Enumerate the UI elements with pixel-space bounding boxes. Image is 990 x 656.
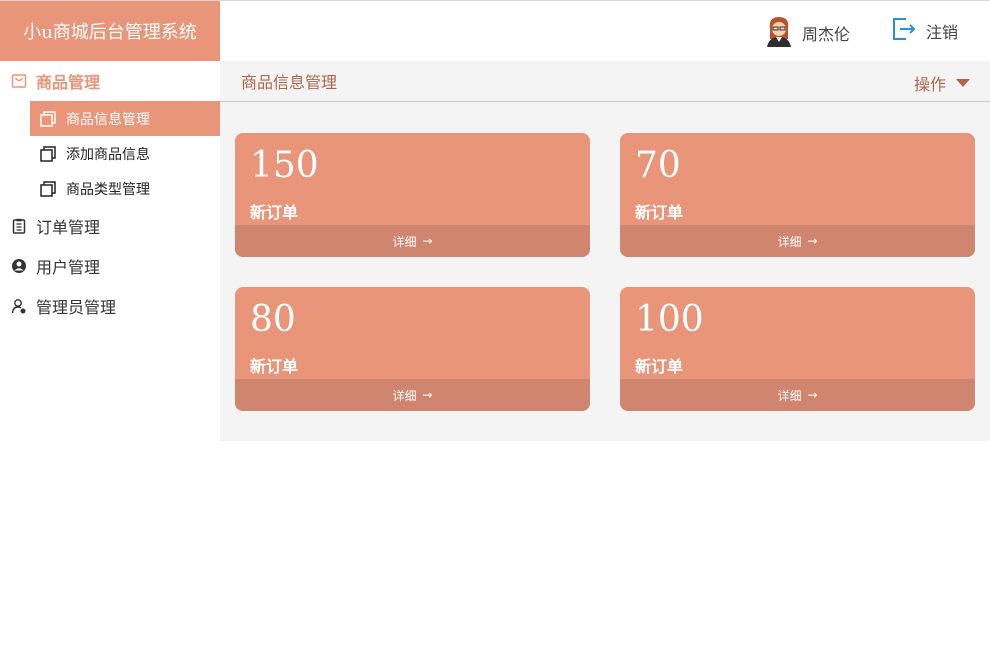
main-content: 商品信息管理 操作 150 新订单 详细 → 70 新订单 详细 → 80 新订… [220,61,990,441]
stat-label: 新订单 [635,357,684,376]
stat-value: 70 [635,145,681,186]
sidebar-group-admins[interactable]: 管理员管理 [0,286,220,326]
detail-label: 详细 [392,234,417,249]
sidebar-group-label: 用户管理 [36,258,101,277]
stat-value: 150 [250,145,319,186]
clipboard-icon [10,217,28,235]
arrow-right-icon: → [422,234,433,248]
operations-label: 操作 [913,75,946,94]
stat-label: 新订单 [250,357,299,376]
window-icon [40,180,56,197]
sidebar-group-label: 订单管理 [36,218,101,237]
sidebar-group-label: 商品管理 [36,73,101,92]
avatar [764,15,794,51]
window-icon [40,145,56,162]
detail-link[interactable]: 详细 → [235,225,590,257]
stat-card: 70 新订单 详细 → [620,133,975,257]
breadcrumb: 商品信息管理 [220,61,990,102]
caret-down-icon [956,79,970,87]
sidebar-item-label: 添加商品信息 [66,146,150,163]
sidebar-item-label: 商品信息管理 [66,111,150,128]
stat-label: 新订单 [250,203,299,222]
brand-title: 小u商城后台管理系统 [0,1,220,61]
logout-button[interactable]: 注销 [890,15,958,47]
sidebar-group-goods[interactable]: 商品管理 [0,61,220,101]
sidebar-group-users[interactable]: 用户管理 [0,246,220,286]
stat-value: 80 [250,299,296,340]
admin-user-icon [10,297,28,315]
sidebar-item-goods-type[interactable]: 商品类型管理 [30,171,220,206]
bag-icon [10,72,28,90]
logout-icon [890,15,918,47]
detail-link[interactable]: 详细 → [620,379,975,411]
logout-label: 注销 [925,23,958,42]
sidebar: 商品管理 商品信息管理 添加商品信息 商品类型管理 订单管理 用户管理 管理员管… [0,61,220,656]
stat-card: 80 新订单 详细 → [235,287,590,411]
arrow-right-icon: → [807,234,818,248]
sidebar-group-orders[interactable]: 订单管理 [0,206,220,246]
detail-link[interactable]: 详细 → [235,379,590,411]
detail-label: 详细 [777,234,802,249]
window-icon [40,110,56,127]
app-root: 小u商城后台管理系统 周杰伦 注销 商品管理 商品信息管理 添加商品信息 商品类… [0,0,990,656]
stat-card: 100 新订单 详细 → [620,287,975,411]
user-profile[interactable]: 周杰伦 [764,15,850,51]
arrow-right-icon: → [807,388,818,402]
top-bar: 周杰伦 注销 [220,1,990,61]
user-name: 周杰伦 [801,25,850,44]
detail-link[interactable]: 详细 → [620,225,975,257]
stat-value: 100 [635,299,704,340]
sidebar-item-label: 商品类型管理 [66,181,150,198]
user-circle-icon [10,257,28,275]
operations-dropdown[interactable]: 操作 [914,71,970,95]
sidebar-item-add-goods[interactable]: 添加商品信息 [30,136,220,171]
sidebar-item-goods-info[interactable]: 商品信息管理 [30,101,220,136]
page-title: 商品信息管理 [241,73,338,92]
detail-label: 详细 [392,388,417,403]
detail-label: 详细 [777,388,802,403]
stat-card: 150 新订单 详细 → [235,133,590,257]
sidebar-group-label: 管理员管理 [36,298,117,317]
stat-label: 新订单 [635,203,684,222]
arrow-right-icon: → [422,388,433,402]
